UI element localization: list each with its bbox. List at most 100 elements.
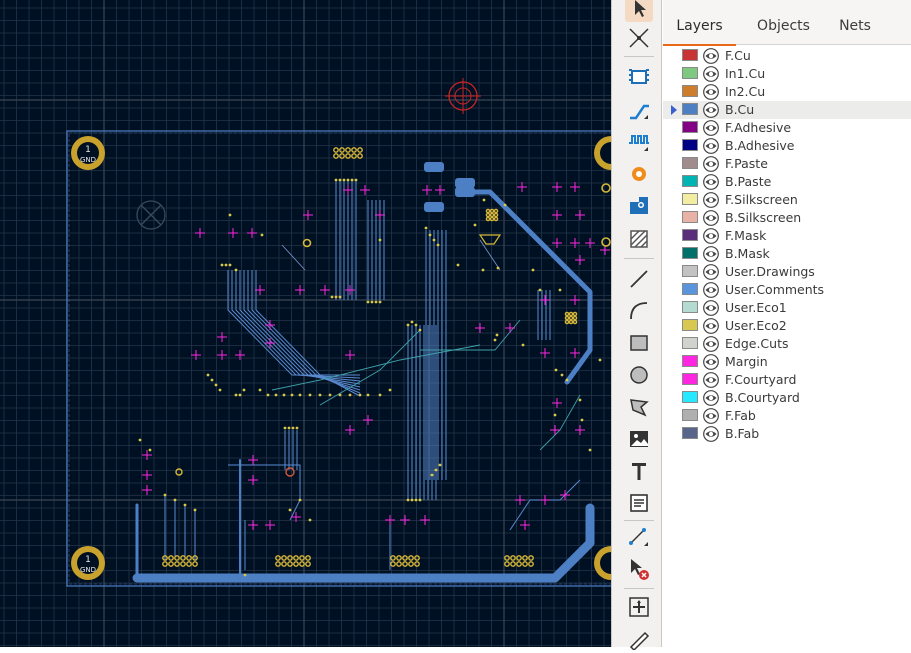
add-footprint-icon[interactable] [625, 63, 653, 91]
visibility-eye-icon[interactable] [703, 84, 719, 100]
layer-row[interactable]: In2.Cu [663, 83, 911, 101]
visibility-eye-icon[interactable] [703, 120, 719, 136]
layer-color-swatch[interactable] [682, 49, 698, 61]
layer-row[interactable]: F.Paste [663, 155, 911, 173]
visibility-eye-icon[interactable] [703, 102, 719, 118]
layer-row[interactable]: B.Courtyard [663, 389, 911, 407]
pcb-canvas[interactable]: 1 GND 1 GND [0, 0, 611, 647]
add-rule-area-icon[interactable] [625, 225, 653, 253]
layer-color-swatch[interactable] [682, 139, 698, 151]
visibility-eye-icon[interactable] [703, 174, 719, 190]
layer-color-swatch[interactable] [682, 247, 698, 259]
tab-objects[interactable]: Objects [750, 0, 817, 44]
layer-color-swatch[interactable] [682, 427, 698, 439]
tab-layers[interactable]: Layers [663, 0, 736, 46]
via [206, 373, 210, 377]
via [338, 178, 342, 182]
select-arrow-icon[interactable] [625, 0, 653, 22]
layer-row[interactable]: B.Silkscreen [663, 209, 911, 227]
draw-arc-icon[interactable] [625, 297, 653, 325]
visibility-eye-icon[interactable] [703, 66, 719, 82]
layer-row[interactable]: B.Adhesive [663, 137, 911, 155]
layer-color-swatch[interactable] [682, 265, 698, 277]
tab-nets[interactable]: Nets [831, 0, 879, 44]
layer-row[interactable]: F.Fab [663, 407, 911, 425]
add-via-icon[interactable] [625, 160, 653, 188]
layer-color-swatch[interactable] [682, 391, 698, 403]
layer-color-swatch[interactable] [682, 301, 698, 313]
add-textbox-icon[interactable] [625, 489, 653, 517]
layer-row[interactable]: In1.Cu [663, 65, 911, 83]
layer-color-swatch[interactable] [682, 157, 698, 169]
visibility-eye-icon[interactable] [703, 372, 719, 388]
layer-color-swatch[interactable] [682, 283, 698, 295]
visibility-eye-icon[interactable] [703, 336, 719, 352]
measure-icon[interactable] [625, 625, 653, 653]
add-text-icon[interactable] [625, 457, 653, 485]
visibility-eye-icon[interactable] [703, 48, 719, 64]
visibility-eye-icon[interactable] [703, 282, 719, 298]
visibility-eye-icon[interactable] [703, 264, 719, 280]
layer-color-swatch[interactable] [682, 409, 698, 421]
layer-row[interactable]: F.Silkscreen [663, 191, 911, 209]
visibility-eye-icon[interactable] [703, 354, 719, 370]
mounting-pad-top-left[interactable]: 1 GND [71, 136, 105, 170]
visibility-eye-icon[interactable] [703, 408, 719, 424]
visibility-eye-icon[interactable] [703, 426, 719, 442]
layer-row[interactable]: F.Mask [663, 227, 911, 245]
layer-row[interactable]: User.Eco1 [663, 299, 911, 317]
component-pad [414, 555, 420, 561]
visibility-eye-icon[interactable] [703, 300, 719, 316]
local-ratsnest-icon[interactable] [625, 24, 653, 52]
draw-circle-icon[interactable] [625, 361, 653, 389]
visibility-eye-icon[interactable] [703, 390, 719, 406]
set-origin-icon[interactable] [625, 593, 653, 621]
layer-color-swatch[interactable] [682, 103, 698, 115]
layer-color-swatch[interactable] [682, 193, 698, 205]
add-dimension-icon[interactable] [625, 523, 653, 551]
mounting-pad-top-right[interactable] [594, 136, 611, 170]
layer-color-swatch[interactable] [682, 229, 698, 241]
layer-color-swatch[interactable] [682, 373, 698, 385]
layer-row[interactable]: B.Mask [663, 245, 911, 263]
draw-line-icon[interactable] [625, 265, 653, 293]
layer-color-swatch[interactable] [682, 211, 698, 223]
layer-row[interactable]: B.Paste [663, 173, 911, 191]
visibility-eye-icon[interactable] [703, 318, 719, 334]
component-pad [572, 319, 578, 325]
visibility-eye-icon[interactable] [703, 246, 719, 262]
visibility-eye-icon[interactable] [703, 138, 719, 154]
layer-row[interactable]: User.Eco2 [663, 317, 911, 335]
visibility-eye-icon[interactable] [703, 210, 719, 226]
layer-row[interactable]: B.Cu [663, 101, 911, 119]
layer-row[interactable]: F.Cu [663, 47, 911, 65]
layer-row[interactable]: Margin [663, 353, 911, 371]
via [266, 393, 270, 397]
layer-row[interactable]: F.Adhesive [663, 119, 911, 137]
layer-row[interactable]: Edge.Cuts [663, 335, 911, 353]
layer-color-swatch[interactable] [682, 337, 698, 349]
layer-row[interactable]: User.Drawings [663, 263, 911, 281]
layer-color-swatch[interactable] [682, 121, 698, 133]
delete-tool-icon[interactable] [625, 555, 653, 583]
layer-row[interactable]: B.Fab [663, 425, 911, 443]
layer-color-swatch[interactable] [682, 319, 698, 331]
component-pad [180, 561, 186, 567]
mounting-pad-bottom-right[interactable] [594, 546, 611, 580]
layer-color-swatch[interactable] [682, 85, 698, 97]
route-track-icon[interactable] [625, 96, 653, 124]
layer-color-swatch[interactable] [682, 355, 698, 367]
visibility-eye-icon[interactable] [703, 228, 719, 244]
draw-rectangle-icon[interactable] [625, 329, 653, 357]
layer-color-swatch[interactable] [682, 67, 698, 79]
add-image-icon[interactable] [625, 425, 653, 453]
layer-row[interactable]: F.Courtyard [663, 371, 911, 389]
visibility-eye-icon[interactable] [703, 156, 719, 172]
mounting-pad-bottom-left[interactable]: 1 GND [71, 546, 105, 580]
visibility-eye-icon[interactable] [703, 192, 719, 208]
layer-color-swatch[interactable] [682, 175, 698, 187]
add-zone-icon[interactable] [625, 192, 653, 220]
tune-length-icon[interactable] [625, 128, 653, 156]
draw-polygon-icon[interactable] [625, 393, 653, 421]
layer-row[interactable]: User.Comments [663, 281, 911, 299]
